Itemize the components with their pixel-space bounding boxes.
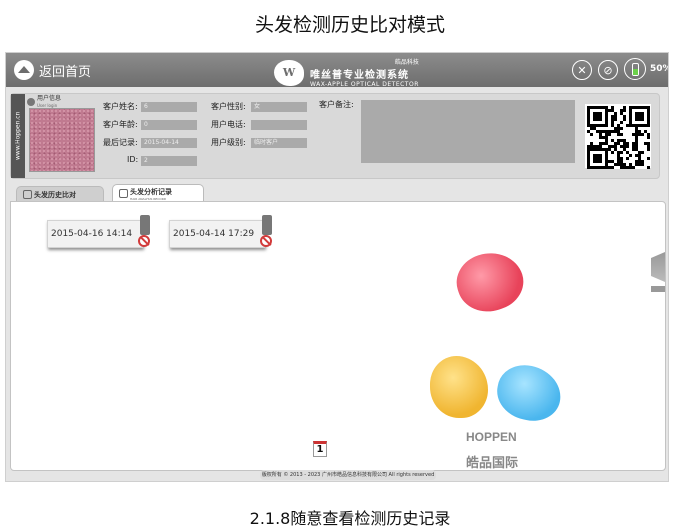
age-label: 客户年龄: xyxy=(103,120,138,129)
app-window: 返回首页 W 皓品科技 唯丝普专业检测系统 WAX-APPLE OPTICAL … xyxy=(5,52,669,482)
home-icon xyxy=(14,60,34,80)
user-icon xyxy=(27,98,35,106)
last-record-label: 最后记录: xyxy=(103,138,138,147)
record-icon xyxy=(119,189,128,198)
note-label: 客户备注: xyxy=(319,100,354,109)
age-field[interactable]: 0 xyxy=(141,120,197,130)
card-tab xyxy=(140,215,150,235)
slide-title: 头发检测历史比对模式 xyxy=(254,14,445,36)
slide-caption: 2.1.8随意查看检测历史记录 xyxy=(249,509,451,528)
level-label: 用户级别: xyxy=(211,138,246,147)
phone-label: 用户电话: xyxy=(211,120,246,129)
note-field[interactable] xyxy=(361,100,575,163)
brand-company: 皓品科技 xyxy=(394,59,419,66)
tab-sublabel: HAIR ANALYSIS RECORD xyxy=(130,196,167,201)
records-area: 2015-04-16 14:14 2015-04-14 17:29 xyxy=(10,201,666,471)
name-field[interactable]: 6 xyxy=(141,102,197,112)
top-bar: 返回首页 W 皓品科技 唯丝普专业检测系统 WAX-APPLE OPTICAL … xyxy=(6,53,668,88)
user-info-panel: www.Hoppen.cn 用户信息 User login 客户姓名: 6 客户… xyxy=(10,93,660,179)
settings-icon[interactable]: ✕ xyxy=(572,60,592,80)
brand-subtitle: WAX-APPLE OPTICAL DETECTOR xyxy=(310,81,419,88)
record-card[interactable]: 2015-04-14 17:29 xyxy=(169,215,272,248)
no-wifi-icon[interactable]: ⊘ xyxy=(598,60,618,80)
record-datetime: 2015-04-14 17:29 xyxy=(173,229,255,239)
qr-code xyxy=(585,104,651,169)
website-strip: www.Hoppen.cn xyxy=(11,94,25,178)
user-info-header: 用户信息 User login xyxy=(27,95,61,109)
brand-logo: W xyxy=(274,59,304,86)
brand: W 皓品科技 唯丝普专业检测系统 WAX-APPLE OPTICAL DETEC… xyxy=(274,57,419,88)
home-label: 返回首页 xyxy=(39,64,92,80)
tab-hair-history-compare[interactable]: 头发历史比对 xyxy=(16,186,104,202)
user-info-title: 用户信息 xyxy=(37,95,62,102)
level-field[interactable]: 临时客户 xyxy=(251,138,307,148)
delete-icon[interactable] xyxy=(138,235,150,247)
battery-status: 50% xyxy=(624,58,668,80)
card-tab xyxy=(262,215,272,235)
side-scroll-handle[interactable] xyxy=(651,286,665,292)
phone-field[interactable] xyxy=(251,120,307,130)
last-record-field[interactable]: 2015-04-14 xyxy=(141,138,197,148)
home-button[interactable]: 返回首页 xyxy=(14,59,91,81)
id-label: ID: xyxy=(127,155,139,164)
record-card[interactable]: 2015-04-16 14:14 xyxy=(47,215,150,248)
gender-label: 客户性别: xyxy=(211,102,246,111)
delete-icon[interactable] xyxy=(260,235,272,247)
logo-text-en: HOPPEN xyxy=(466,430,517,444)
battery-percent: 50% xyxy=(650,64,668,74)
tab-label: 头发分析记录 xyxy=(130,187,172,196)
gender-field[interactable]: 女 xyxy=(251,102,307,112)
page-number[interactable]: 1 xyxy=(313,441,327,457)
hair-photo[interactable] xyxy=(29,108,95,172)
side-scroll-arrow[interactable] xyxy=(651,252,665,282)
id-field[interactable]: 2 xyxy=(141,156,197,166)
tab-label: 头发历史比对 xyxy=(34,190,76,199)
tab-hair-analysis-record[interactable]: 头发分析记录 HAIR ANALYSIS RECORD xyxy=(112,184,204,202)
record-datetime: 2015-04-16 14:14 xyxy=(51,229,133,239)
copyright-footer: 版权所有 © 2013 - 2023 广州市皓品信息科技有限公司 All rig… xyxy=(260,470,436,480)
logo-text-cn: 皓品国际 xyxy=(466,456,519,471)
compare-icon xyxy=(23,190,32,199)
name-label: 客户姓名: xyxy=(103,102,138,111)
battery-icon xyxy=(624,58,646,80)
brand-name: 唯丝普专业检测系统 xyxy=(310,70,409,81)
